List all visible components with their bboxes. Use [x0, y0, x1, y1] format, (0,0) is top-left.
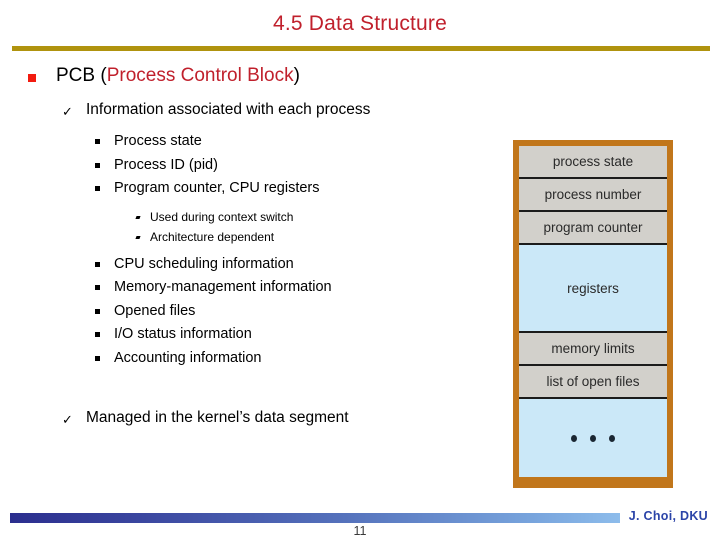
footer-gradient-bar [10, 513, 620, 523]
page-number: 11 [353, 524, 367, 538]
pcb-row: process number [519, 179, 667, 212]
pcb-diagram: process state process number program cou… [513, 140, 673, 488]
small-square-bullet-icon [95, 285, 100, 290]
bullet-process-state: Process state [0, 132, 505, 156]
bullet-io-status: I/O status information [0, 325, 505, 349]
bullet-pcb: PCB (Process Control Block) [0, 64, 505, 94]
bullet-memory-management: Memory-management information [0, 278, 505, 302]
small-square-bullet-icon [95, 261, 100, 267]
bullet-information-associated: ✓ Information associated with each proce… [0, 100, 505, 126]
pcb-row: memory limits [519, 333, 667, 366]
footer-author: J. Choi, DKU [628, 509, 708, 523]
checkmark-icon: ✓ [62, 104, 73, 119]
pcb-row-label: program counter [543, 220, 643, 235]
pcb-label-suffix: ) [293, 65, 300, 86]
pcb-row: registers [519, 245, 667, 333]
pcb-row: program counter [519, 212, 667, 245]
bullet-label: I/O status information [114, 326, 252, 342]
pcb-row-label: list of open files [546, 374, 640, 389]
bullet-cpu-scheduling: CPU scheduling information [0, 255, 505, 279]
small-square-bullet-icon [95, 186, 100, 191]
pcb-diagram-inner: process state process number program cou… [519, 146, 667, 482]
dash-bullet-icon [135, 215, 141, 219]
bullet-label: Opened files [114, 302, 196, 319]
pcb-row: list of open files [519, 366, 667, 399]
bullet-used-during-context-switch: Used during context switch [0, 209, 505, 229]
small-square-bullet-icon [95, 308, 100, 314]
bullet-architecture-dependent: Architecture dependent [0, 229, 505, 249]
bullet-accounting: Accounting information [0, 349, 505, 373]
title-divider [12, 46, 710, 51]
bullet-label: CPU scheduling information [114, 255, 294, 272]
pcb-row: process state [519, 146, 667, 179]
bullet-label: Used during context switch [150, 209, 294, 224]
slide-body: PCB (Process Control Block) ✓ Informatio… [0, 64, 505, 464]
small-square-bullet-icon [95, 162, 100, 168]
dash-bullet-icon [135, 235, 141, 239]
bullet-process-id: Process ID (pid) [0, 156, 505, 180]
pcb-row-ellipsis [519, 399, 667, 477]
bullet-label: Accounting information [114, 349, 262, 366]
bullet-managed-in-kernel: ✓ Managed in the kernel’s data segment [0, 408, 505, 434]
bullet-label: Architecture dependent [150, 229, 275, 244]
bullet-opened-files: Opened files [0, 302, 505, 326]
pcb-row-label: registers [567, 280, 619, 296]
bullet-program-counter: Program counter, CPU registers [0, 179, 505, 203]
pcb-row-label: process number [544, 187, 642, 202]
bullet-label: Process state [114, 133, 202, 149]
square-bullet-icon [28, 74, 36, 82]
bullet-label: Memory-management information [114, 279, 332, 295]
bullet-label: Program counter, CPU registers [114, 180, 320, 196]
bullet-label: Information associated with each process [86, 101, 371, 118]
ellipsis-icon [571, 434, 615, 442]
checkmark-icon: ✓ [62, 412, 73, 427]
small-square-bullet-icon [95, 332, 100, 337]
small-square-bullet-icon [95, 139, 100, 144]
small-square-bullet-icon [95, 355, 100, 361]
pcb-label-prefix: PCB ( [56, 65, 107, 86]
pcb-row-label: memory limits [551, 341, 635, 356]
bullet-label: Process ID (pid) [114, 156, 218, 173]
pcb-row-label: process state [552, 154, 634, 169]
bullet-label: Managed in the kernel’s data segment [86, 409, 349, 426]
page-title: 4.5 Data Structure [272, 12, 448, 35]
pcb-label-accent: Process Control Block [106, 65, 294, 86]
